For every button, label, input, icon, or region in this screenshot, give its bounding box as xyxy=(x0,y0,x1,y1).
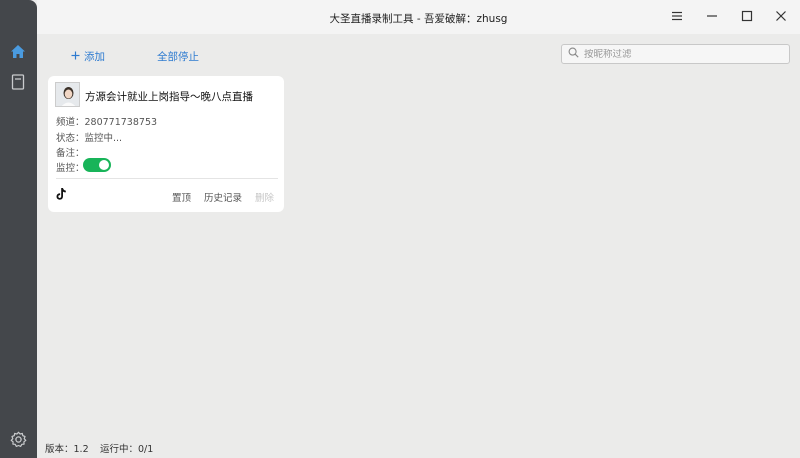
delete-button[interactable]: 删除 xyxy=(255,190,274,204)
menu-icon[interactable] xyxy=(668,7,686,25)
plus-icon xyxy=(71,51,80,63)
stream-card: 方源会计就业上岗指导～晚八点直播 频道：280771738753 状态：监控中.… xyxy=(48,76,284,212)
history-button[interactable]: 历史记录 xyxy=(204,190,242,204)
main-area: 大圣直播录制工具 - 吾爱破解：zhusg 添加 全部停止 按昵称过滤 方源会计… xyxy=(37,0,800,458)
avatar[interactable] xyxy=(55,82,80,107)
card-divider xyxy=(56,178,278,179)
sidebar xyxy=(0,0,37,458)
maximize-icon[interactable] xyxy=(738,7,756,25)
close-icon[interactable] xyxy=(772,7,790,25)
running-count-text: 运行中：0/1 xyxy=(100,444,154,455)
add-button[interactable]: 添加 xyxy=(71,49,105,64)
gear-icon[interactable] xyxy=(8,429,28,449)
channel-text: 频道：280771738753 xyxy=(56,117,158,128)
note-text: 备注： xyxy=(56,148,85,159)
minimize-icon[interactable] xyxy=(703,7,721,25)
search-icon xyxy=(568,47,579,61)
pin-button[interactable]: 置顶 xyxy=(172,190,191,204)
version-text: 版本：1.2 xyxy=(45,444,89,455)
book-icon[interactable] xyxy=(8,72,28,92)
search-input[interactable] xyxy=(584,48,774,60)
search-box[interactable] xyxy=(561,44,790,64)
toggle-knob xyxy=(99,160,109,170)
monitor-toggle[interactable] xyxy=(83,158,111,172)
status-text: 状态：监控中... xyxy=(56,133,123,144)
card-title[interactable]: 方源会计就业上岗指导～晚八点直播 xyxy=(85,89,253,104)
tiktok-icon xyxy=(55,187,67,201)
stop-all-button[interactable]: 全部停止 xyxy=(157,49,199,64)
monitor-label: 监控： xyxy=(56,163,85,174)
home-icon[interactable] xyxy=(8,41,28,61)
stop-all-button-label: 全部停止 xyxy=(157,51,199,63)
title-bar: 大圣直播录制工具 - 吾爱破解：zhusg xyxy=(37,0,800,34)
add-button-label: 添加 xyxy=(84,51,105,63)
